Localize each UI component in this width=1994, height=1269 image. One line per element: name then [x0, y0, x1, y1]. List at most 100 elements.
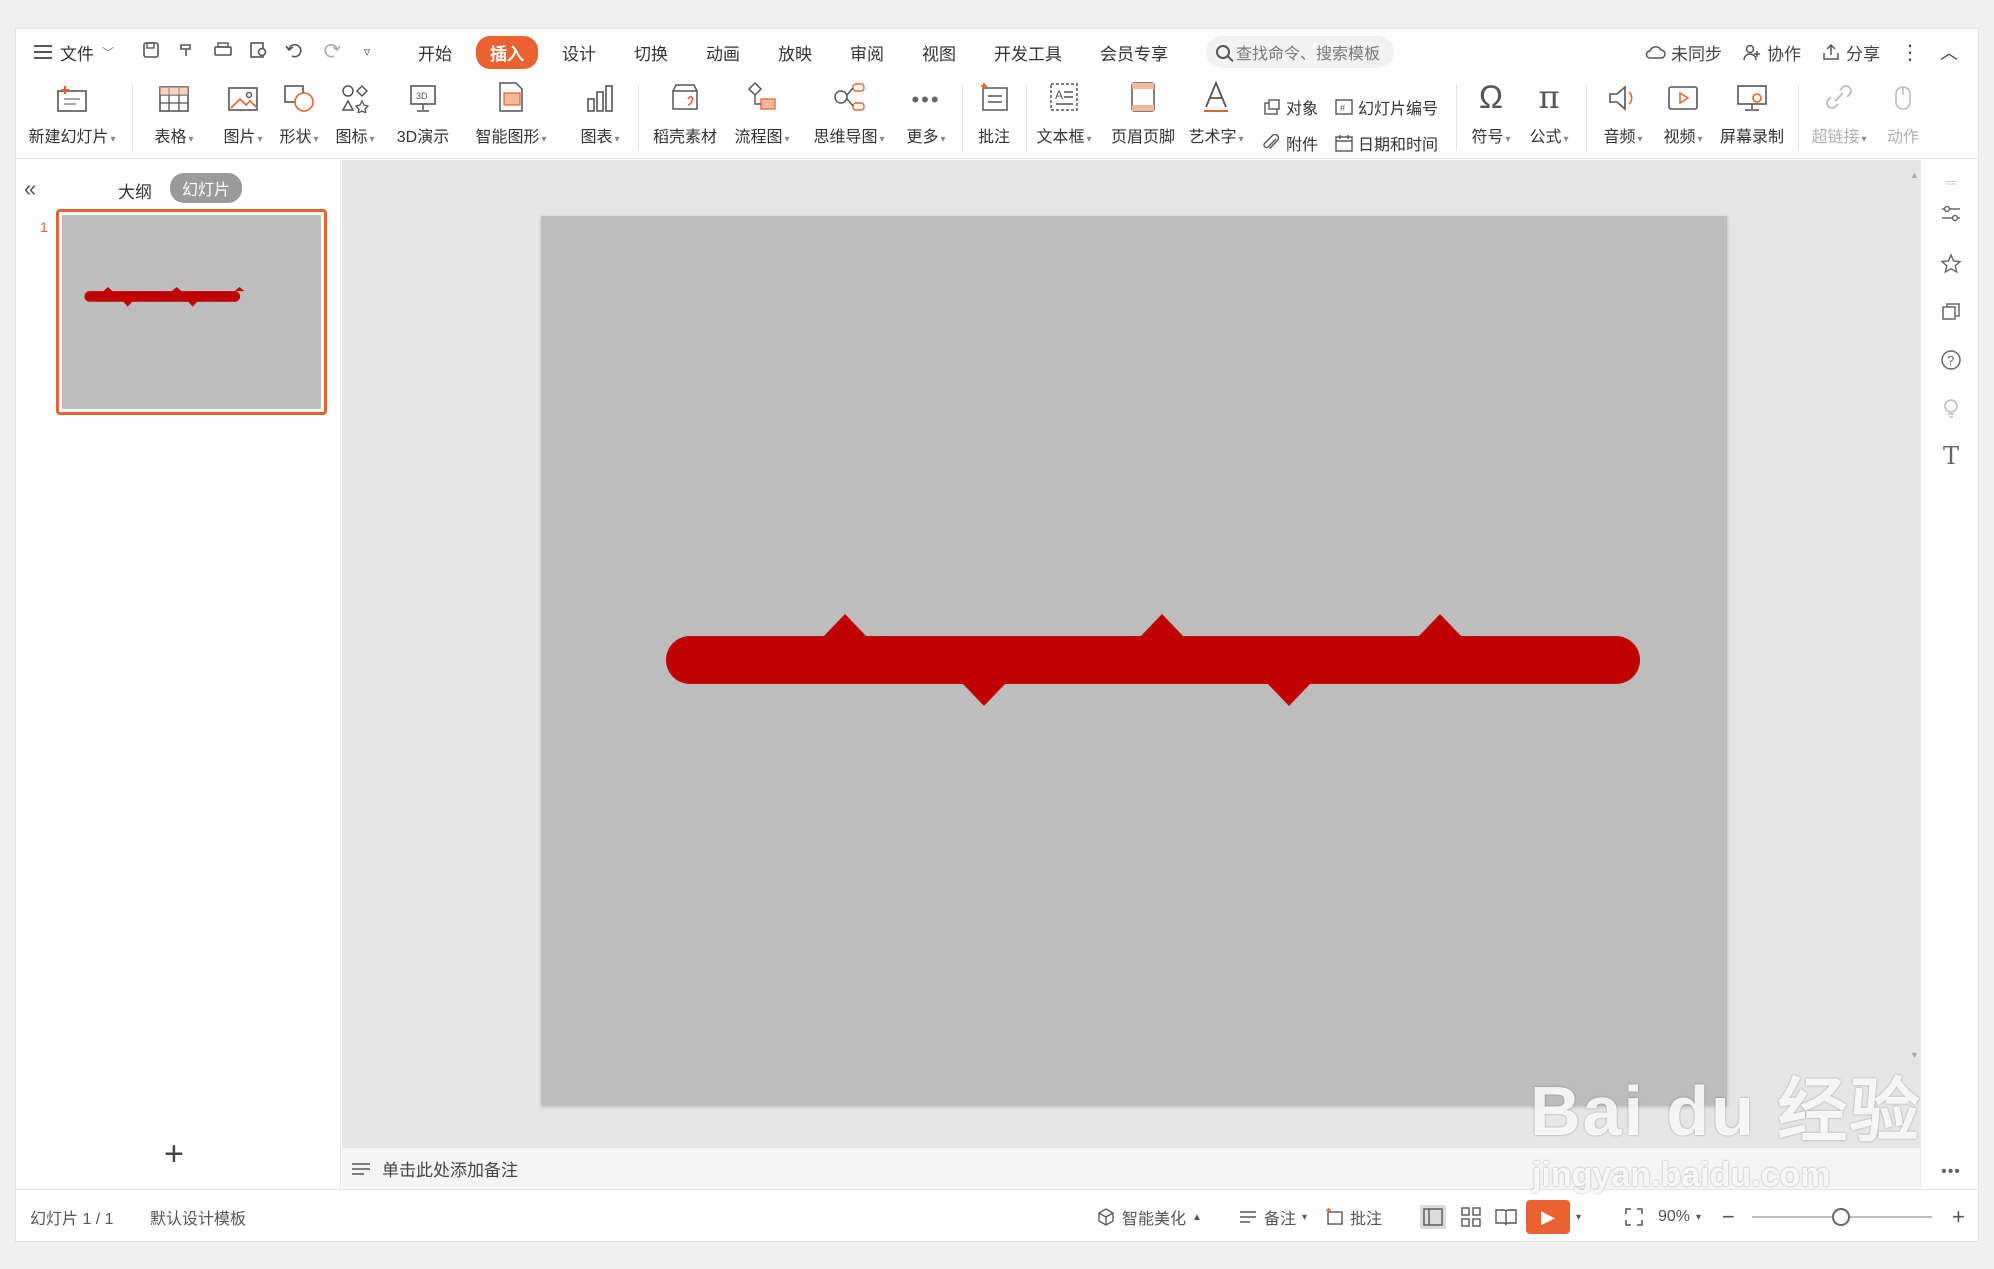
slide-count: 幻灯片 1 / 1 [30, 1190, 114, 1244]
slide-sorter-button[interactable] [1460, 1190, 1482, 1244]
equation-button[interactable]: π 公式 ▾ [1522, 75, 1576, 159]
hyperlink-button[interactable]: 超链接 ▾ [1806, 75, 1872, 159]
properties-icon[interactable] [1939, 202, 1963, 226]
tab-view[interactable]: 视图 [908, 36, 970, 69]
tab-animation[interactable]: 动画 [692, 36, 754, 69]
watermark: Bai du 经验 jingyan.baidu.com [1530, 1055, 1921, 1195]
textbox-button[interactable]: A 文本框 ▾ [1034, 75, 1094, 159]
new-slide-button[interactable]: 新建幻灯片 ▾ [28, 75, 116, 159]
equation-label: 公式 [1529, 129, 1562, 146]
undo-icon[interactable] [284, 41, 306, 64]
tab-review[interactable]: 审阅 [836, 36, 898, 69]
tab-design[interactable]: 设计 [548, 36, 610, 69]
sync-button[interactable]: 未同步 [1644, 40, 1722, 65]
tab-transitions[interactable]: 切换 [620, 36, 682, 69]
header-footer-button[interactable]: 页眉页脚 [1108, 75, 1178, 159]
audio-label: 音频 [1603, 129, 1636, 146]
3d-demo-button[interactable]: 3D 3D演示 [390, 75, 456, 159]
add-slide-button[interactable]: + [164, 1135, 184, 1174]
save-icon[interactable] [140, 41, 162, 64]
slide-number-button[interactable]: # 幻灯片编号 [1334, 95, 1438, 119]
picture-button[interactable]: 图片 ▾ [218, 75, 268, 159]
slide-thumbnail[interactable] [56, 209, 327, 415]
smartart-button[interactable]: 智能图形 ▾ [470, 75, 552, 159]
datetime-button[interactable]: 日期和时间 [1334, 131, 1438, 155]
new-slide-icon [57, 86, 87, 112]
vertical-scrollbar[interactable]: ▲ ▼ [1908, 170, 1919, 1070]
customize-toolbar-icon[interactable]: ▿ [356, 44, 378, 60]
red-banner-shape[interactable] [666, 614, 1640, 706]
format-painter-icon[interactable] [176, 41, 198, 64]
share-button[interactable]: 分享 [1821, 40, 1880, 65]
video-button[interactable]: 视频 ▾ [1656, 75, 1710, 159]
audio-button[interactable]: 音频 ▾ [1596, 75, 1650, 159]
object-icon [1264, 99, 1280, 115]
reading-view-button[interactable] [1494, 1190, 1518, 1244]
command-search[interactable]: 查找命令、搜索模板 [1206, 36, 1395, 68]
collapse-ribbon-icon[interactable]: ︿ [1940, 39, 1958, 65]
play-slideshow-button[interactable]: ▶ ▾ [1526, 1190, 1581, 1244]
zoom-level[interactable]: 90% ▾ [1658, 1190, 1701, 1244]
star-icon[interactable] [1939, 252, 1963, 276]
tab-insert[interactable]: 插入 [476, 35, 539, 69]
zoom-out-button[interactable]: − [1722, 1190, 1735, 1244]
tab-slides[interactable]: 幻灯片 [170, 173, 243, 203]
object-button[interactable]: 对象 [1262, 95, 1318, 119]
flowchart-button[interactable]: 流程图 ▾ [728, 75, 796, 159]
redo-icon[interactable] [320, 41, 342, 64]
paperclip-icon [1263, 134, 1280, 149]
comments-toggle-button[interactable]: 批注 [1324, 1190, 1382, 1244]
tab-outline[interactable]: 大纲 [118, 178, 152, 203]
quick-access-toolbar: ▿ [140, 41, 378, 64]
table-button[interactable]: 表格 ▾ [148, 75, 200, 159]
chart-button[interactable]: 图表 ▾ [574, 75, 626, 159]
tab-member[interactable]: 会员专享 [1086, 36, 1182, 69]
watermark-url: jingyan.baidu.com [1532, 1156, 1831, 1194]
copy-icon[interactable] [1939, 300, 1963, 324]
3d-demo-icon: 3D [410, 85, 436, 112]
icon-library-button[interactable]: 图标 ▾ [330, 75, 380, 159]
lightbulb-icon[interactable] [1939, 396, 1963, 420]
zoom-slider[interactable] [1752, 1190, 1932, 1244]
action-button[interactable]: 动作 [1878, 75, 1928, 159]
icon-library-label: 图标 [335, 129, 368, 146]
more-button[interactable]: ••• 更多 ▾ [900, 75, 952, 159]
mindmap-label: 思维导图 [813, 129, 878, 146]
zoom-slider-thumb[interactable] [1832, 1208, 1850, 1226]
collapse-panel-icon[interactable]: « [24, 176, 36, 202]
collaborate-button[interactable]: 协作 [1742, 40, 1801, 65]
template-name[interactable]: 默认设计模板 [150, 1190, 246, 1244]
template-label: 默认设计模板 [150, 1211, 247, 1228]
shape-button[interactable]: 形状 ▾ [274, 75, 324, 159]
slide-canvas[interactable] [541, 216, 1727, 1106]
help-icon[interactable]: ? [1939, 348, 1963, 372]
print-icon[interactable] [212, 41, 234, 64]
header-footer-label: 页眉页脚 [1110, 129, 1175, 146]
fit-window-button[interactable] [1624, 1190, 1644, 1244]
comments-toggle-label: 批注 [1350, 1211, 1383, 1228]
smart-beautify-button[interactable]: 智能美化 ▲ [1096, 1190, 1202, 1244]
tab-slideshow[interactable]: 放映 [764, 36, 826, 69]
mouse-icon [1895, 86, 1911, 110]
symbol-button[interactable]: Ω 符号 ▾ [1464, 75, 1518, 159]
attachment-button[interactable]: 附件 [1262, 131, 1318, 155]
comment-button[interactable]: 批注 [972, 75, 1016, 159]
zoom-in-button[interactable]: + [1952, 1190, 1965, 1244]
shape-label: 形状 [279, 129, 312, 146]
notes-toggle-button[interactable]: 备注 ▾ [1238, 1190, 1307, 1244]
more-options-icon[interactable]: ⋮ [1900, 40, 1920, 65]
file-menu[interactable]: 文件 ﹀ [34, 40, 114, 65]
wordart-button[interactable]: 艺术字 ▾ [1186, 75, 1246, 159]
menu-bar: 文件 ﹀ ▿ 开始 插入 设计 切换 动画 放映 审阅 视图 开发工具 会员专享… [16, 29, 1978, 75]
sync-label: 未同步 [1671, 44, 1722, 64]
docer-material-button[interactable]: 稻壳素材 [648, 75, 722, 159]
tab-developer[interactable]: 开发工具 [980, 36, 1076, 69]
tab-home[interactable]: 开始 [404, 36, 466, 69]
normal-view-button[interactable] [1420, 1190, 1446, 1244]
print-preview-icon[interactable] [248, 41, 270, 64]
table-icon [159, 86, 189, 112]
more-tools-icon[interactable]: ••• [1939, 1160, 1963, 1184]
screen-record-button[interactable]: 屏幕录制 [1716, 75, 1788, 159]
text-format-icon[interactable]: T [1939, 442, 1963, 470]
mindmap-button[interactable]: 思维导图 ▾ [808, 75, 890, 159]
